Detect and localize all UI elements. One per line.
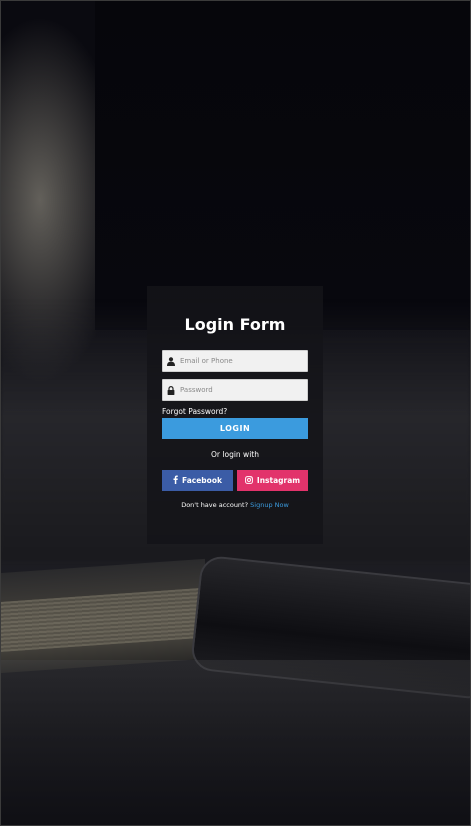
signup-prompt: Don't have account? — [181, 501, 249, 509]
email-input[interactable] — [179, 351, 307, 371]
signup-link[interactable]: Signup Now — [250, 501, 289, 509]
background-monitor — [95, 0, 471, 330]
or-login-with-text: Or login with — [211, 450, 259, 459]
form-title: Login Form — [184, 315, 286, 334]
lock-icon — [163, 380, 179, 400]
instagram-icon — [245, 475, 253, 486]
background-reflection — [0, 660, 471, 826]
facebook-label: Facebook — [182, 476, 222, 485]
password-input[interactable] — [179, 380, 307, 400]
login-card: Login Form Forgot Password? LOGIN Or log… — [147, 286, 323, 544]
email-field[interactable] — [162, 350, 308, 372]
instagram-label: Instagram — [256, 476, 301, 485]
forgot-password-link[interactable]: Forgot Password? — [162, 407, 308, 416]
signup-row: Don't have account? Signup Now — [162, 501, 308, 510]
user-icon — [163, 351, 179, 371]
password-field[interactable] — [162, 379, 308, 401]
facebook-icon — [173, 475, 178, 486]
login-button[interactable]: LOGIN — [162, 418, 308, 439]
facebook-login-button[interactable]: Facebook — [162, 470, 233, 491]
instagram-login-button[interactable]: Instagram — [237, 470, 308, 491]
social-login-buttons: Facebook Instagram — [162, 470, 308, 491]
